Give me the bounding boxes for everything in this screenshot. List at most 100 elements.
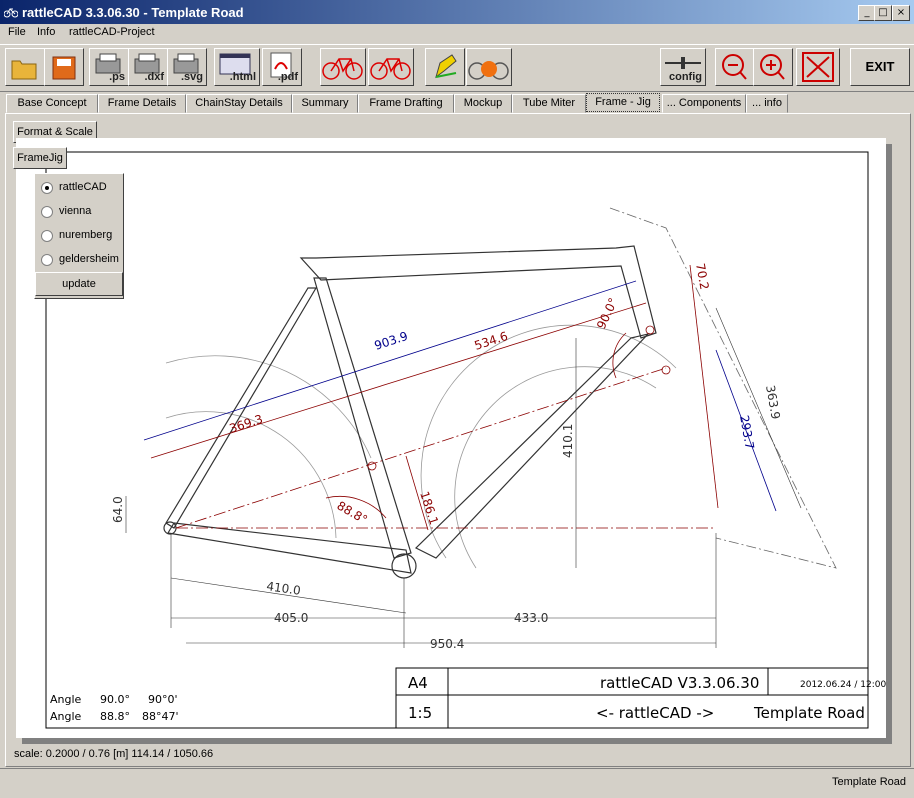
dxf-label: .dxf [144,71,164,83]
zoom-in-icon [760,54,785,80]
status-bar: Template Road [0,768,914,798]
render-button[interactable] [425,48,465,86]
chain-stay [167,522,412,574]
tab-chainstay-details[interactable]: ChainStay Details [186,94,292,113]
app-version: rattleCAD V3.3.06.30 [600,674,759,692]
tab-tube-miter[interactable]: Tube Miter [512,94,586,113]
drawing-subtitle: <- rattleCAD -> [596,704,714,722]
dim-70: 70.2 [693,262,711,291]
export-svg-button[interactable]: .svg [167,48,207,86]
bicycle-icon [370,58,411,80]
dim-410-vertical: 410.1 [561,424,575,458]
zoom-out-button[interactable] [715,48,755,86]
config-button[interactable]: config [660,48,706,86]
paper-size: A4 [408,674,428,692]
zoom-out-icon [722,54,747,80]
tab-frame-jig[interactable]: Frame - Jig [586,93,660,112]
tab-base-concept[interactable]: Base Concept [6,94,98,113]
close-button[interactable]: × [892,5,910,21]
jig-option-rattlecad[interactable]: rattleCAD [41,179,121,197]
frame-jig-panel: rattleCAD vienna nuremberg geldersheim u… [34,173,124,299]
jig-option-label: geldersheim [59,253,119,265]
menu-file[interactable]: File [8,26,26,38]
bike-view-button[interactable] [320,48,366,86]
exit-button[interactable]: EXIT [850,48,910,86]
update-button[interactable]: update [35,272,123,296]
dim-293: 293.7 [737,414,757,450]
scale-status: scale: 0.2000 / 0.76 [m] 114.14 / 1050.6… [14,748,214,760]
bottom-bracket [391,553,417,579]
export-dxf-button[interactable]: .dxf [128,48,168,86]
angle-value-1: 90.0° [100,693,130,706]
fit-screen-icon [802,52,834,82]
tab-mockup[interactable]: Mockup [454,94,512,113]
seat-stay [165,287,318,529]
dim-64: 64.0 [111,496,125,523]
radio-dot [41,230,53,242]
wheel-arc [165,411,337,539]
drawing-project: Template Road [753,704,865,722]
export-pdf-button[interactable]: .pdf [262,48,302,86]
menu-info[interactable]: Info [37,26,55,38]
app-icon [4,8,18,18]
ps-label: .ps [109,71,125,83]
export-ps-button[interactable]: .ps [89,48,129,86]
jig-option-nuremberg[interactable]: nuremberg [41,227,121,245]
dim-363: 363.9 [763,384,783,420]
menu-bar: File Info rattleCAD-Project [0,24,914,42]
dim-903: 903.9 [373,329,410,353]
tab-summary[interactable]: Summary [292,94,358,113]
frame-drawing: 903.9 534.6 369.3 410.1 186.1 88.8° 90.0… [45,151,886,729]
dim-90: 90.0° [594,296,621,332]
zoom-fit-button[interactable] [796,48,840,86]
angle-label-2: Angle [50,710,82,723]
jig-option-label: vienna [59,205,92,217]
drawing-date: 2012.06.24 / 12:00 [800,680,886,690]
dim-88: 88.8° [335,498,370,526]
drawing-canvas[interactable]: 903.9 534.6 369.3 410.1 186.1 88.8° 90.0… [16,138,886,738]
angle-value-1-dms: 90°0' [148,693,178,706]
radio-dot [41,182,53,194]
tab-info[interactable]: ... info [746,94,788,113]
open-button[interactable] [5,48,45,86]
dim-369: 369.3 [228,412,265,436]
bike-mockup-button[interactable] [368,48,414,86]
drawing-scale: 1:5 [408,704,432,722]
jig-option-label: nuremberg [59,229,113,241]
bike-reset-button[interactable] [466,48,512,86]
folder-icon [11,60,37,80]
status-project-name: Template Road [832,776,906,788]
dim-534: 534.6 [473,329,510,353]
maximize-button[interactable]: □ [874,5,892,21]
jig-option-geldersheim[interactable]: geldersheim [41,251,121,269]
svg-label: .svg [180,71,203,83]
framejig-button[interactable]: FrameJig [13,147,67,169]
tab-frame-details[interactable]: Frame Details [98,94,186,113]
export-html-button[interactable]: .html [214,48,260,86]
menu-project[interactable]: rattleCAD-Project [69,26,155,38]
angle-label-1: Angle [50,693,82,706]
window-title: rattleCAD 3.3.06.30 - Template Road [22,5,244,20]
angle-value-2: 88.8° [100,710,130,723]
save-button[interactable] [44,48,84,86]
jig-option-vienna[interactable]: vienna [41,203,121,221]
html-label: .html [229,71,256,83]
pdf-label: .pdf [277,71,298,83]
zoom-in-button[interactable] [753,48,793,86]
config-label: config [669,71,702,83]
radio-dot [41,254,53,266]
jig-option-label: rattleCAD [59,181,107,193]
dim-186: 186.1 [417,490,441,527]
wheel-arc [454,366,657,569]
dim-433: 433.0 [514,611,548,625]
dim-405: 405.0 [274,611,308,625]
wheel-arc [420,324,677,559]
tab-frame-drafting[interactable]: Frame Drafting [358,94,454,113]
title-bar: rattleCAD 3.3.06.30 - Template Road _ □ … [0,0,914,24]
dim-950: 950.4 [430,637,464,651]
save-icon [52,56,76,80]
bicycle-reset-icon [468,61,509,80]
dim-410-horizontal: 410.0 [266,579,302,598]
tab-components[interactable]: ... Components [662,94,746,113]
bicycle-icon [322,58,363,80]
